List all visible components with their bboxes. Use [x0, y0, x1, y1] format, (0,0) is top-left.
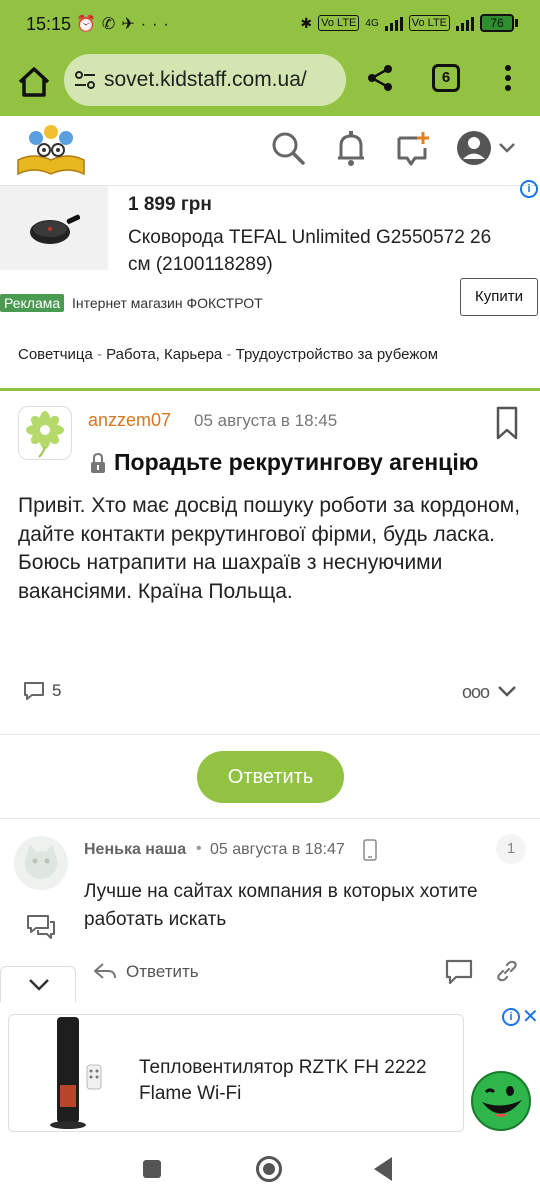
heater-product-image: [50, 1017, 102, 1129]
share-icon[interactable]: [364, 62, 396, 94]
ad-badge: Реклама: [0, 294, 65, 312]
bookmark-icon[interactable]: [496, 406, 518, 440]
ad-buy-button[interactable]: Купити: [460, 278, 538, 316]
post-author-avatar[interactable]: [18, 406, 72, 460]
divider: [0, 734, 540, 735]
status-bar: 15:15 ⏰✆✈··· ✱ Vo LTE 4G Vo LTE 76: [0, 0, 540, 50]
battery-level: 76: [480, 14, 514, 32]
mobile-device-icon: [363, 839, 377, 861]
comment-quote-icon[interactable]: [444, 958, 474, 986]
link-icon[interactable]: [494, 958, 520, 984]
ad-shop-name: Інтернет магазин ФОКСТРОТ: [72, 295, 263, 311]
chevron-down-icon: [29, 979, 49, 991]
more-options-icon[interactable]: ooo: [462, 682, 490, 703]
tab-switcher-button[interactable]: 6: [432, 64, 460, 92]
divider: [0, 818, 540, 819]
bottom-ad-title[interactable]: Тепловентилятор RZTK FH 2222 Flame Wi-Fi: [139, 1055, 449, 1107]
post-date: 05 августа в 18:45: [194, 411, 338, 430]
comment-number: 1: [496, 834, 526, 864]
volte-badge-2: Vo LTE: [408, 15, 450, 31]
status-right: ✱ Vo LTE 4G Vo LTE 76: [300, 14, 518, 32]
recent-apps-button[interactable]: [143, 1160, 161, 1178]
comment-text: Лучше на сайтах компания в которых хотит…: [84, 881, 478, 930]
home-button[interactable]: [256, 1156, 282, 1182]
ad-title[interactable]: Сковорода TEFAL Unlimited G2550572 26 см…: [128, 224, 518, 278]
comment-thread-icon[interactable]: [26, 914, 56, 940]
collapse-ad-tab[interactable]: [0, 966, 76, 1002]
signal-icon-2: [456, 15, 474, 31]
breadcrumb-item[interactable]: Советчица: [18, 346, 93, 363]
site-header: [0, 116, 540, 186]
frying-pan-icon: [30, 214, 80, 244]
breadcrumb: Советчица - Работа, Карьера - Трудоустро…: [18, 346, 438, 363]
top-ad-banner[interactable]: i 1 899 грн Сковорода TEFAL Unlimited G2…: [0, 180, 540, 326]
more-menu-icon[interactable]: [496, 62, 520, 94]
breadcrumb-item[interactable]: Работа, Карьера: [106, 346, 222, 363]
address-bar[interactable]: sovet.kidstaff.com.ua/: [64, 54, 346, 106]
new-message-icon[interactable]: [395, 128, 431, 168]
system-navigation-bar: [0, 1140, 540, 1200]
lock-icon: [91, 452, 105, 473]
ad-price: 1 899 грн: [128, 194, 212, 215]
post-title: Порадьте рекрутингову агенцію: [114, 449, 479, 475]
comment-separator: •: [196, 840, 202, 857]
status-time: 15:15: [26, 14, 72, 34]
winking-smiley-logo[interactable]: [470, 1070, 532, 1132]
search-icon[interactable]: [270, 128, 306, 168]
breadcrumb-item[interactable]: Трудоустройство за рубежом: [236, 346, 438, 363]
ad-product-image[interactable]: [0, 186, 108, 270]
url-text: sovet.kidstaff.com.ua/: [104, 68, 307, 91]
signal-icon: [384, 15, 403, 31]
comment-author[interactable]: Ненька наша: [84, 841, 186, 859]
volte-badge-1: Vo LTE: [318, 15, 360, 31]
home-icon[interactable]: [14, 62, 54, 102]
reply-button[interactable]: Ответить: [197, 751, 344, 803]
ad-info-icon[interactable]: i: [520, 180, 538, 198]
comment-bubble-icon: [24, 682, 44, 700]
comments-counter[interactable]: 5: [22, 680, 61, 702]
notifications-bell-icon[interactable]: [333, 128, 369, 168]
bottom-ad-zone: Тепловентилятор RZTK FH 2222 Flame Wi-Fi…: [0, 1002, 540, 1140]
reply-arrow-icon[interactable]: [92, 960, 118, 982]
user-avatar-menu[interactable]: [454, 128, 520, 168]
post-author[interactable]: anzzem07: [88, 410, 171, 431]
comment-author-avatar[interactable]: [14, 836, 68, 890]
site-settings-icon[interactable]: [74, 70, 96, 90]
post-body: Привіт. Хто має досвід пошуку роботи за …: [18, 494, 521, 603]
comments-count-value: 5: [52, 681, 62, 700]
bluetooth-icon: ✱: [300, 14, 313, 31]
network-4g: 4G: [365, 17, 379, 29]
battery-icon: 76: [480, 14, 518, 32]
section-divider: [0, 388, 540, 391]
flower-avatar-icon: [26, 411, 64, 458]
comment-date: 05 августа в 18:47: [210, 841, 345, 858]
site-logo[interactable]: [14, 120, 88, 178]
ad-info-icon[interactable]: i: [502, 1008, 520, 1026]
cat-avatar-icon: [24, 844, 58, 879]
chevron-down-icon[interactable]: [496, 680, 518, 702]
notification-icons: ⏰✆✈···: [76, 16, 175, 33]
ad-close-icon[interactable]: ✕: [522, 1004, 539, 1029]
back-button[interactable]: [374, 1157, 392, 1181]
breadcrumb-separator: -: [97, 346, 102, 363]
comment-reply-link[interactable]: Ответить: [126, 962, 199, 982]
bottom-ad-banner[interactable]: Тепловентилятор RZTK FH 2222 Flame Wi-Fi: [8, 1014, 464, 1132]
breadcrumb-separator: -: [226, 346, 232, 363]
browser-toolbar: sovet.kidstaff.com.ua/ 6: [0, 50, 540, 116]
